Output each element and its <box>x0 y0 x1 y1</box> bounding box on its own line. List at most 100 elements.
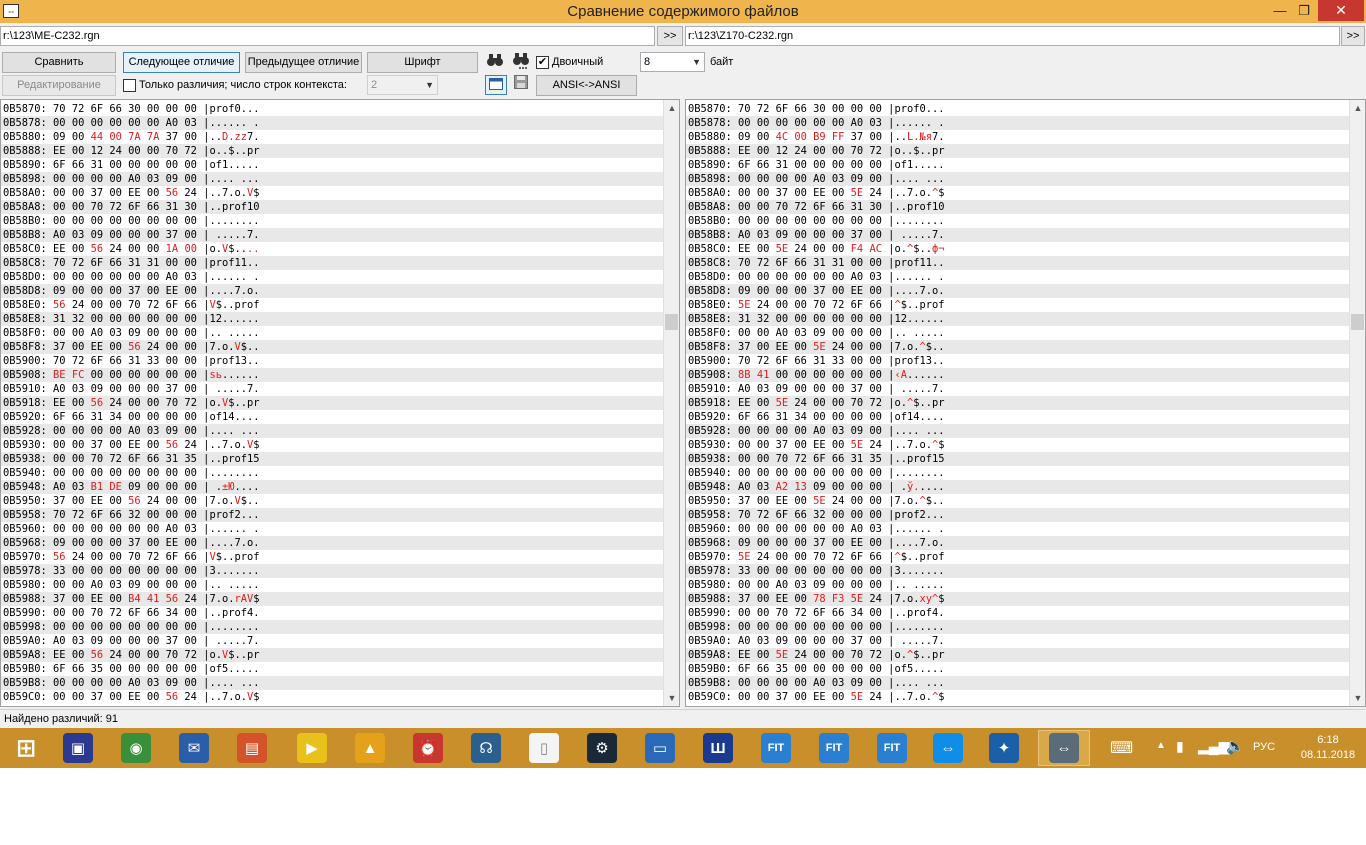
hex-row[interactable]: 0B58D0: 00 00 00 00 00 00 A0 03 |...... … <box>1 270 665 284</box>
hex-row[interactable]: 0B5878: 00 00 00 00 00 00 A0 03 |...... … <box>686 116 1350 130</box>
hex-row[interactable]: 0B58E8: 31 32 00 00 00 00 00 00 |12.....… <box>1 312 665 326</box>
hex-row[interactable]: 0B5998: 00 00 00 00 00 00 00 00 |.......… <box>686 620 1350 634</box>
hex-row[interactable]: 0B5930: 00 00 37 00 EE 00 5E 24 |..7.o.^… <box>686 438 1350 452</box>
close-button[interactable]: ✕ <box>1318 0 1364 21</box>
left-scrollbar[interactable]: ▲ ▼ <box>663 100 679 706</box>
hex-row[interactable]: 0B5978: 33 00 00 00 00 00 00 00 |3......… <box>1 564 665 578</box>
hex-row[interactable]: 0B5990: 00 00 70 72 6F 66 34 00 |..prof4… <box>686 606 1350 620</box>
hex-row[interactable]: 0B5908: 8B 41 00 00 00 00 00 00 |‹A.....… <box>686 368 1350 382</box>
hex-row[interactable]: 0B5948: A0 03 A2 13 09 00 00 00 | .ў....… <box>686 480 1350 494</box>
player-taskbar-button[interactable]: ▶ <box>286 730 338 766</box>
right-browse-button[interactable]: >> <box>1341 26 1365 46</box>
hex-row[interactable]: 0B5870: 70 72 6F 66 30 00 00 00 |prof0..… <box>1 102 665 116</box>
hex-row[interactable]: 0B5968: 09 00 00 00 37 00 EE 00 |....7.o… <box>686 536 1350 550</box>
hex-row[interactable]: 0B5960: 00 00 00 00 00 00 A0 03 |...... … <box>1 522 665 536</box>
hex-row[interactable]: 0B58C8: 70 72 6F 66 31 31 00 00 |prof11.… <box>1 256 665 270</box>
hex-row[interactable]: 0B5950: 37 00 EE 00 56 24 00 00 |7.o.V$.… <box>1 494 665 508</box>
file-compare-taskbar-button[interactable]: ⇔ <box>1038 730 1090 766</box>
steam-taskbar-button[interactable]: ⚙ <box>576 730 628 766</box>
hex-row[interactable]: 0B5920: 6F 66 31 34 00 00 00 00 |of14...… <box>1 410 665 424</box>
hex-row[interactable]: 0B5888: EE 00 12 24 00 00 70 72 |o..$..p… <box>686 144 1350 158</box>
hex-row[interactable]: 0B5918: EE 00 5E 24 00 00 70 72 |o.^$..p… <box>686 396 1350 410</box>
hex-row[interactable]: 0B58A0: 00 00 37 00 EE 00 5E 24 |..7.o.^… <box>686 186 1350 200</box>
context-lines-select[interactable]: 2 ▼ <box>367 75 438 95</box>
hex-row[interactable]: 0B5910: A0 03 09 00 00 00 37 00 | .....7… <box>686 382 1350 396</box>
save-icon[interactable] <box>510 75 532 95</box>
next-diff-button[interactable]: Следующее отличие <box>123 52 240 73</box>
hex-row[interactable]: 0B58E0: 56 24 00 00 70 72 6F 66 |V$..pro… <box>1 298 665 312</box>
right-path-input[interactable]: r:\123\Z170-C232.rgn <box>685 26 1340 46</box>
hex-row[interactable]: 0B5928: 00 00 00 00 A0 03 09 00 |.... ..… <box>1 424 665 438</box>
hex-row[interactable]: 0B5900: 70 72 6F 66 31 33 00 00 |prof13.… <box>1 354 665 368</box>
hex-row[interactable]: 0B58C0: EE 00 5E 24 00 00 F4 AC |o.^$..ф… <box>686 242 1350 256</box>
hex-row[interactable]: 0B59B0: 6F 66 35 00 00 00 00 00 |of5....… <box>686 662 1350 676</box>
hex-row[interactable]: 0B5898: 00 00 00 00 A0 03 09 00 |.... ..… <box>686 172 1350 186</box>
hex-row[interactable]: 0B5988: 37 00 EE 00 78 F3 5E 24 |7.o.xу^… <box>686 592 1350 606</box>
hex-row[interactable]: 0B5888: EE 00 12 24 00 00 70 72 |o..$..p… <box>1 144 665 158</box>
hex-row[interactable]: 0B5870: 70 72 6F 66 30 00 00 00 |prof0..… <box>686 102 1350 116</box>
hex-row[interactable]: 0B5920: 6F 66 31 34 00 00 00 00 |of14...… <box>686 410 1350 424</box>
hex-row[interactable]: 0B5938: 00 00 70 72 6F 66 31 35 |..prof1… <box>1 452 665 466</box>
right-scrollbar[interactable]: ▲ ▼ <box>1349 100 1365 706</box>
hex-row[interactable]: 0B5918: EE 00 56 24 00 00 70 72 |o.V$..p… <box>1 396 665 410</box>
hex-row[interactable]: 0B5890: 6F 66 31 00 00 00 00 00 |of1....… <box>1 158 665 172</box>
language-indicator[interactable]: РУС <box>1253 741 1275 753</box>
meter-taskbar-button[interactable]: Ш <box>692 730 744 766</box>
fit-1-taskbar-button[interactable]: FIT <box>750 730 802 766</box>
font-button[interactable]: Шрифт <box>367 52 478 73</box>
ansi-toggle-button[interactable]: ANSI<->ANSI <box>536 75 637 96</box>
hex-row[interactable]: 0B58A8: 00 00 70 72 6F 66 31 30 |..prof1… <box>1 200 665 214</box>
virtualbox-taskbar-button[interactable]: ✦ <box>978 730 1030 766</box>
compare-button[interactable]: Сравнить <box>2 52 116 73</box>
binary-checkbox[interactable]: ✔ <box>536 56 549 69</box>
hex-row[interactable]: 0B58F0: 00 00 A0 03 09 00 00 00 |.. ....… <box>1 326 665 340</box>
hex-row[interactable]: 0B5928: 00 00 00 00 A0 03 09 00 |.... ..… <box>686 424 1350 438</box>
aimp-taskbar-button[interactable]: ▲ <box>344 730 396 766</box>
hex-row[interactable]: 0B5990: 00 00 70 72 6F 66 34 00 |..prof4… <box>1 606 665 620</box>
hex-row[interactable]: 0B5978: 33 00 00 00 00 00 00 00 |3......… <box>686 564 1350 578</box>
headset-taskbar-button[interactable]: ☊ <box>460 730 512 766</box>
hex-row[interactable]: 0B58E8: 31 32 00 00 00 00 00 00 |12.....… <box>686 312 1350 326</box>
hex-row[interactable]: 0B5948: A0 03 B1 DE 09 00 00 00 | .±Ю...… <box>1 480 665 494</box>
hex-row[interactable]: 0B58B0: 00 00 00 00 00 00 00 00 |.......… <box>1 214 665 228</box>
left-path-input[interactable]: r:\123\ME-C232.rgn <box>0 26 655 46</box>
hex-row[interactable]: 0B58B0: 00 00 00 00 00 00 00 00 |.......… <box>686 214 1350 228</box>
hex-row[interactable]: 0B5908: BE FC 00 00 00 00 00 00 |sь.....… <box>1 368 665 382</box>
chrome-taskbar-button[interactable]: ◉ <box>110 730 162 766</box>
minimize-button[interactable]: — <box>1268 0 1292 21</box>
remote-desktop-taskbar-button[interactable]: ▭ <box>634 730 686 766</box>
scroll-thumb[interactable] <box>665 314 678 330</box>
scroll-up-icon[interactable]: ▲ <box>664 100 679 116</box>
hex-row[interactable]: 0B58B8: A0 03 09 00 00 00 37 00 | .....7… <box>686 228 1350 242</box>
hex-row[interactable]: 0B5880: 09 00 4C 00 B9 FF 37 00 |..L.№я7… <box>686 130 1350 144</box>
hex-row[interactable]: 0B5958: 70 72 6F 66 32 00 00 00 |prof2..… <box>686 508 1350 522</box>
hex-row[interactable]: 0B59B8: 00 00 00 00 A0 03 09 00 |.... ..… <box>686 676 1350 690</box>
hex-row[interactable]: 0B59C0: 00 00 37 00 EE 00 5E 24 |..7.o.^… <box>686 690 1350 704</box>
hex-row[interactable]: 0B59A0: A0 03 09 00 00 00 37 00 | .....7… <box>686 634 1350 648</box>
hex-row[interactable]: 0B5890: 6F 66 31 00 00 00 00 00 |of1....… <box>686 158 1350 172</box>
bytes-select[interactable]: 8 ▼ <box>640 52 705 72</box>
save-app-taskbar-button[interactable]: ▣ <box>52 730 104 766</box>
hex-row[interactable]: 0B58F8: 37 00 EE 00 5E 24 00 00 |7.o.^$.… <box>686 340 1350 354</box>
hex-row[interactable]: 0B5880: 09 00 44 00 7A 7A 37 00 |..D.zz7… <box>1 130 665 144</box>
power-icon[interactable]: ▮ <box>1176 738 1184 755</box>
hex-row[interactable]: 0B58D8: 09 00 00 00 37 00 EE 00 |....7.o… <box>686 284 1350 298</box>
hex-row[interactable]: 0B5998: 00 00 00 00 00 00 00 00 |.......… <box>1 620 665 634</box>
hex-row[interactable]: 0B5950: 37 00 EE 00 5E 24 00 00 |7.o.^$.… <box>686 494 1350 508</box>
hex-row[interactable]: 0B59A8: EE 00 56 24 00 00 70 72 |o.V$..p… <box>1 648 665 662</box>
hex-row[interactable]: 0B5968: 09 00 00 00 37 00 EE 00 |....7.o… <box>1 536 665 550</box>
document-taskbar-button[interactable]: ▯ <box>518 730 570 766</box>
find-icon[interactable] <box>484 52 506 72</box>
hex-row[interactable]: 0B59A0: A0 03 09 00 00 00 37 00 | .....7… <box>1 634 665 648</box>
hex-row[interactable]: 0B58A0: 00 00 37 00 EE 00 56 24 |..7.o.V… <box>1 186 665 200</box>
hex-row[interactable]: 0B5970: 56 24 00 00 70 72 6F 66 |V$..pro… <box>1 550 665 564</box>
hex-row[interactable]: 0B59B0: 6F 66 35 00 00 00 00 00 |of5....… <box>1 662 665 676</box>
hex-row[interactable]: 0B59C0: 00 00 37 00 EE 00 56 24 |..7.o.V… <box>1 690 665 704</box>
teamviewer-taskbar-button[interactable]: ⇔ <box>922 730 974 766</box>
prev-diff-button[interactable]: Предыдущее отличие <box>245 52 362 73</box>
find-next-icon[interactable] <box>510 52 532 72</box>
hex-row[interactable]: 0B5960: 00 00 00 00 00 00 A0 03 |...... … <box>686 522 1350 536</box>
hex-row[interactable]: 0B5878: 00 00 00 00 00 00 A0 03 |...... … <box>1 116 665 130</box>
alarm-taskbar-button[interactable]: ⏰ <box>402 730 454 766</box>
left-hex-pane[interactable]: 0B5870: 70 72 6F 66 30 00 00 00 |prof0..… <box>0 99 680 707</box>
